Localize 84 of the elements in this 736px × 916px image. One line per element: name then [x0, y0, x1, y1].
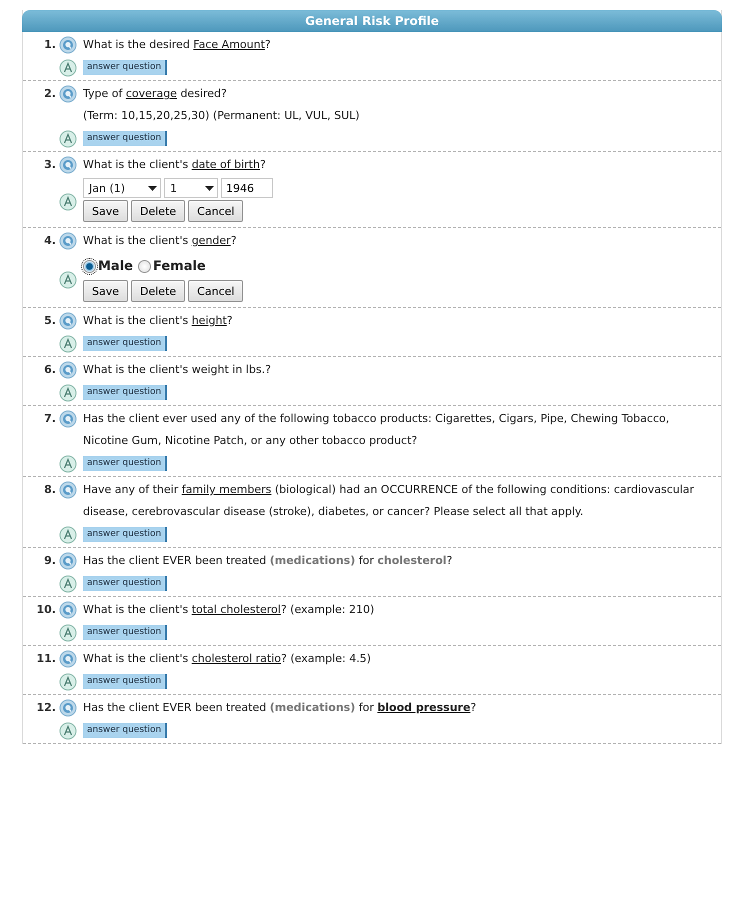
answer-icon: [59, 192, 77, 210]
question-number: 9.: [43, 553, 57, 569]
answer-icon: [59, 455, 77, 473]
answer-question-button[interactable]: answer question: [83, 527, 168, 542]
action-button[interactable]: Delete: [131, 200, 186, 222]
question-text: What is the desired Face Amount?: [83, 37, 272, 53]
question-text: What is the client's weight in lbs.?: [83, 362, 272, 378]
month-dropdown[interactable]: Jan (1): [83, 178, 161, 198]
question-icon: [59, 232, 77, 250]
question-number: 4.: [43, 233, 57, 249]
question-icon: [59, 312, 77, 330]
question-icon: [59, 552, 77, 570]
day-dropdown[interactable]: 1: [164, 178, 218, 198]
radio-label: Male: [98, 258, 133, 274]
dropdown-caret-icon: [148, 186, 157, 190]
radio-button[interactable]: [83, 260, 96, 272]
question-icon: [59, 601, 77, 619]
term-link[interactable]: coverage: [126, 87, 177, 100]
question-number: 2.: [43, 86, 57, 102]
radio-button[interactable]: [138, 260, 151, 272]
action-button[interactable]: Delete: [131, 280, 186, 302]
question-text: Has the client EVER been treated (medications) for cholesterol?: [83, 553, 454, 569]
question-number: 7.: [43, 411, 57, 427]
term-link[interactable]: cholesterol ratio: [192, 652, 282, 665]
term-link[interactable]: date of birth: [192, 158, 260, 171]
question-number: 8.: [43, 482, 57, 498]
question-number: 11.: [36, 651, 57, 667]
answer-question-button[interactable]: answer question: [83, 576, 168, 591]
question-number: 6.: [43, 362, 57, 378]
question-text: Have any of their family members (biological) had an OCCURRENCE of the following conditions: cardiovascular disease, cerebrovascular disease (stroke), diabetes, or cancer? Please select all that apply.: [83, 482, 696, 520]
term-link[interactable]: gender: [192, 234, 231, 247]
question-text: What is the client's height?: [83, 313, 234, 329]
panel-header: General Risk Profile: [22, 10, 722, 32]
question-number: 10.: [36, 602, 57, 618]
question-number: 5.: [43, 313, 57, 329]
action-button[interactable]: Cancel: [188, 280, 244, 302]
action-button[interactable]: Cancel: [188, 200, 244, 222]
answer-question-button[interactable]: answer question: [83, 336, 168, 351]
answer-icon: [59, 624, 77, 642]
answer-question-button[interactable]: answer question: [83, 674, 168, 689]
term-link[interactable]: total cholesterol: [192, 603, 281, 616]
question-icon: [59, 361, 77, 379]
answer-question-button[interactable]: answer question: [83, 456, 168, 471]
term-link[interactable]: blood pressure: [377, 701, 470, 714]
answer-icon: [59, 130, 77, 148]
question-icon: [59, 481, 77, 499]
question-icon: [59, 650, 77, 668]
question-text: Has the client ever used any of the following tobacco products: Cigarettes, Cigars, Pipe, Chewing Tobacco, Nicotine Gum, Nicotine Patch, or any other tobacco product?: [83, 411, 670, 449]
question-icon: [59, 699, 77, 717]
question-text: What is the client's date of birth?: [83, 157, 267, 173]
question-number: 12.: [36, 700, 57, 716]
term-link[interactable]: family members: [182, 483, 272, 496]
answer-icon: [59, 59, 77, 77]
answer-question-button[interactable]: answer question: [83, 385, 168, 400]
question-text: Type of coverage desired?: [83, 86, 228, 102]
question-icon: [59, 85, 77, 103]
answer-question-button[interactable]: answer question: [83, 60, 168, 75]
question-text: Has the client EVER been treated (medications) for blood pressure?: [83, 700, 478, 716]
action-button[interactable]: Save: [83, 280, 128, 302]
answer-question-button[interactable]: answer question: [83, 625, 168, 640]
term-link[interactable]: height: [192, 314, 227, 327]
question-text: What is the client's cholesterol ratio? (example: 4.5): [83, 651, 372, 667]
answer-question-button[interactable]: answer question: [83, 131, 168, 146]
answer-icon: [59, 575, 77, 593]
term-link[interactable]: Face Amount: [193, 38, 265, 51]
answer-icon: [59, 335, 77, 353]
question-text: What is the client's total cholesterol? (example: 210): [83, 602, 376, 618]
answer-icon: [59, 384, 77, 402]
answer-icon: [59, 270, 77, 288]
answer-icon: [59, 526, 77, 544]
year-field[interactable]: 1946: [221, 178, 273, 198]
radio-label: Female: [152, 258, 206, 274]
question-note: (Term: 10,15,20,25,30) (Permanent: UL, VUL, SUL): [83, 108, 361, 124]
action-button[interactable]: Save: [83, 200, 128, 222]
question-icon: [59, 156, 77, 174]
question-icon: [59, 410, 77, 428]
answer-icon: [59, 722, 77, 740]
question-number: 3.: [43, 157, 57, 173]
question-text: What is the client's gender?: [83, 233, 238, 249]
question-icon: [59, 36, 77, 54]
question-number: 1.: [43, 37, 57, 53]
answer-icon: [59, 673, 77, 691]
answer-question-button[interactable]: answer question: [83, 723, 168, 738]
dropdown-caret-icon: [205, 186, 214, 190]
